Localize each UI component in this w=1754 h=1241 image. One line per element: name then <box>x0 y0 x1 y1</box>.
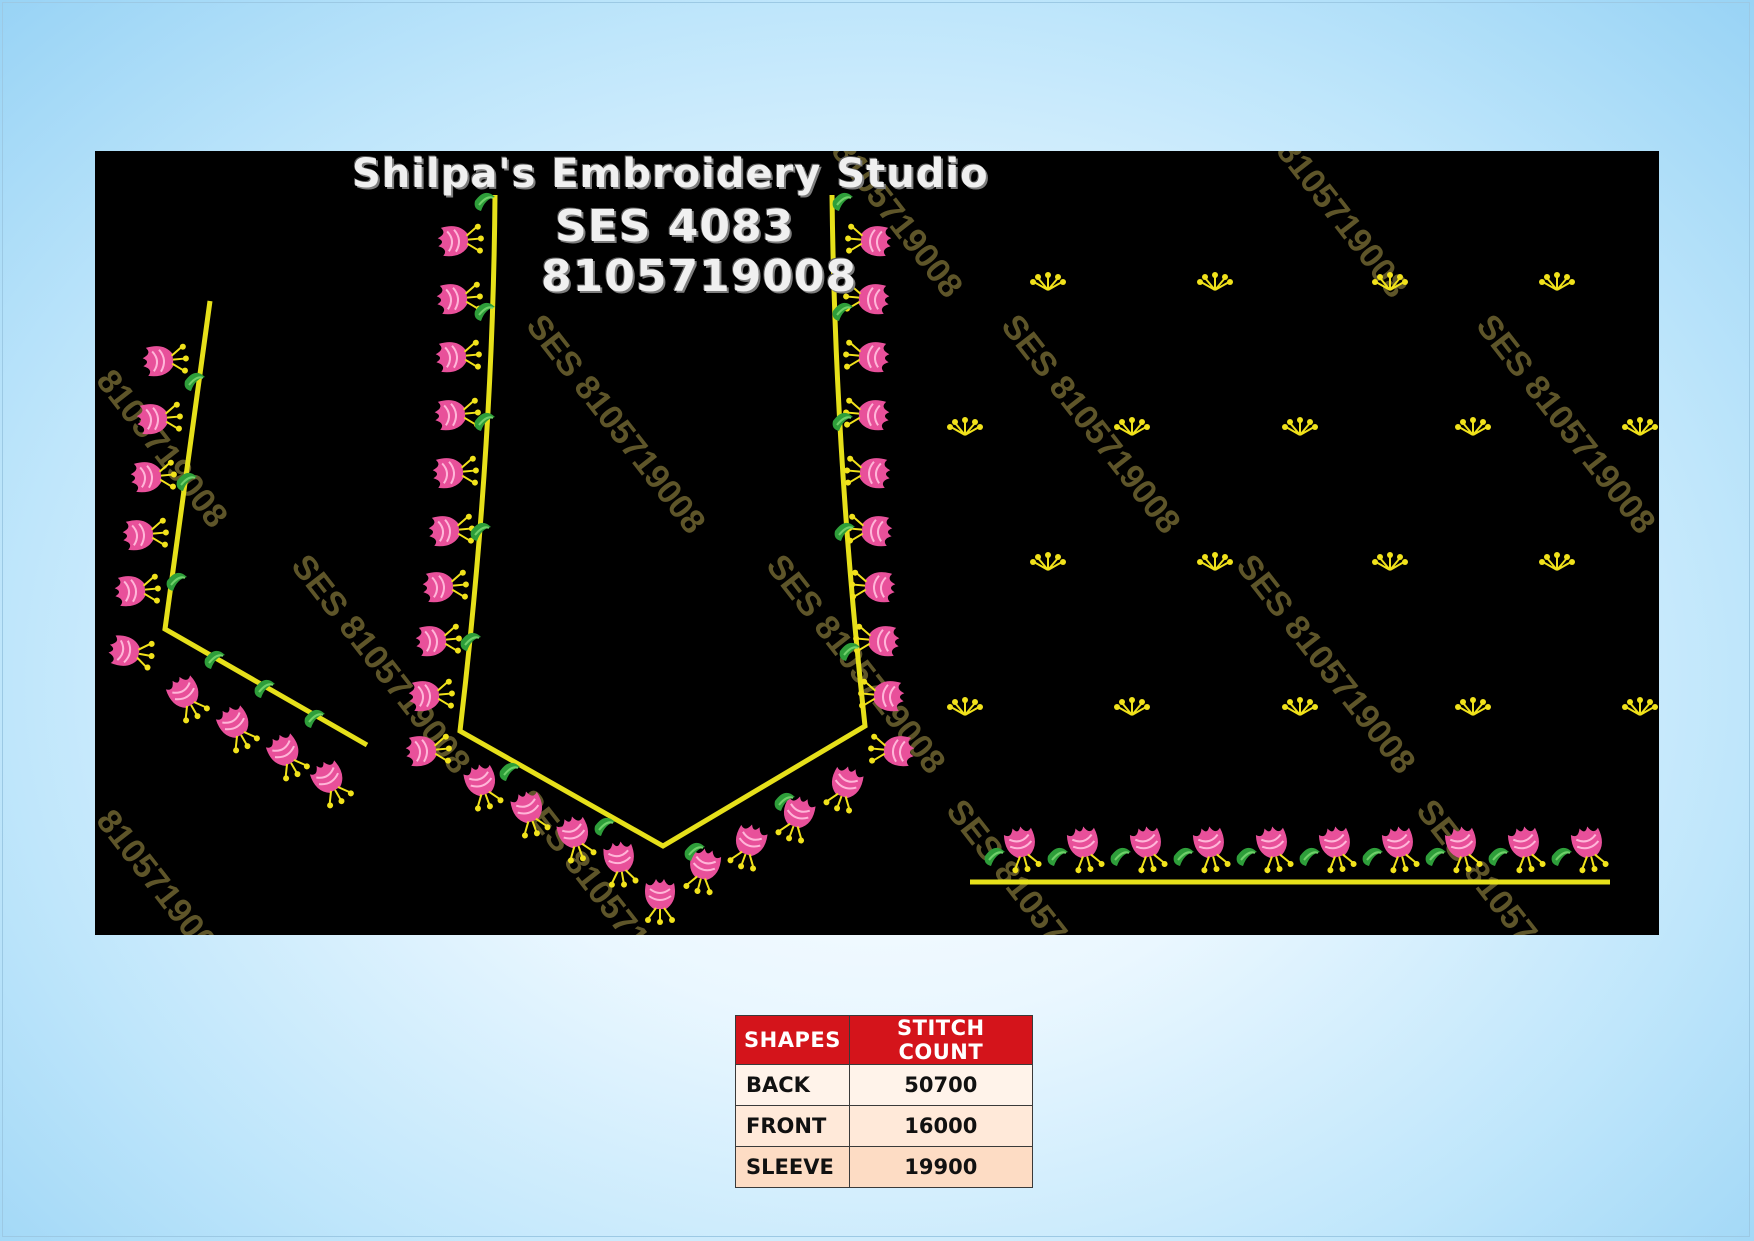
watermark: SES 8105719008 <box>994 308 1188 541</box>
table-row: FRONT 16000 <box>735 1105 1033 1147</box>
watermark: 8105719008 <box>1269 151 1415 305</box>
stitch-count-table: SHAPES STITCH COUNT BACK 50700 FRONT 160… <box>735 1015 1033 1188</box>
shape-cell: BACK <box>735 1064 850 1106</box>
sleeve-outline <box>162 300 369 748</box>
stitch-count-cell: 50700 <box>848 1064 1033 1106</box>
embroidery-artwork: SES 8105719008 SES 8105719008 SES 810571… <box>95 151 1659 935</box>
table-row: BACK 50700 <box>735 1064 1033 1106</box>
stitch-count-cell: 19900 <box>848 1146 1033 1188</box>
straight-border <box>970 822 1611 885</box>
phone-number: 8105719008 <box>541 251 858 302</box>
embroidery-design-canvas: SES 8105719008 SES 8105719008 SES 810571… <box>95 151 1659 935</box>
table-header-row: SHAPES STITCH COUNT <box>735 1015 1033 1065</box>
watermark: 8105719008 <box>95 363 235 535</box>
watermark: SES 8105719008 <box>1409 793 1603 935</box>
watermark: SES 8105719008 <box>519 308 713 541</box>
watermark: 8105719008 <box>95 803 235 935</box>
column-header-stitch-count: STITCH COUNT <box>848 1015 1033 1065</box>
studio-name: Shilpa's Embroidery Studio <box>352 151 989 197</box>
shape-cell: FRONT <box>735 1105 850 1147</box>
watermark: SES 8105719008 <box>759 548 953 781</box>
table-row: SLEEVE 19900 <box>735 1146 1033 1188</box>
stitch-count-cell: 16000 <box>848 1105 1033 1147</box>
column-header-shapes: SHAPES <box>735 1015 850 1065</box>
watermark: SES 8105719008 <box>1229 548 1423 781</box>
front-neck-border <box>403 191 917 926</box>
shape-cell: SLEEVE <box>735 1146 850 1188</box>
design-code: SES 4083 <box>555 201 795 252</box>
